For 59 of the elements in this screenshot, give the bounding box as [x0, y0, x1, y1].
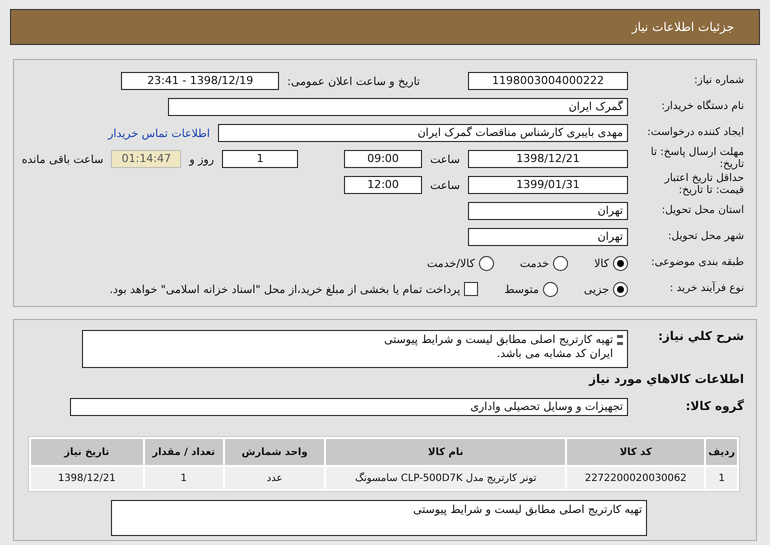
table-cell: تونر کارتریج مدل CLP-500D7K سامسونگ	[326, 467, 566, 489]
table-cell: 2272200020030062	[567, 467, 704, 489]
field-label: مهلت ارسال پاسخ: تا تاریخ:	[650, 147, 744, 171]
goods-group-field: تجهیزات و وسایل تحصیلی واداری	[70, 398, 628, 416]
description-text: تهیه کارتریج اصلی مطابق لیست و شرایط پیوستی ایران کد مشابه می باشد.	[384, 333, 613, 361]
deadline-date-field: 1398/12/21	[468, 150, 628, 168]
field-label: حداقل تاریخ اعتبار قیمت: تا تاریخ:	[663, 173, 744, 197]
days-label: روز و	[189, 152, 214, 166]
column-header: تعداد / مقدار	[144, 439, 223, 465]
time-label: ساعت	[430, 152, 460, 166]
validity-date-field: 1399/01/31	[468, 176, 628, 194]
radio-label: متوسط	[504, 282, 539, 296]
radio-label: خدمت	[520, 256, 550, 270]
remaining-time-field: 01:14:47	[111, 150, 182, 168]
column-header: نام کالا	[326, 439, 566, 465]
radio-button[interactable]	[613, 256, 628, 270]
field-label: نام دستگاه خریدار:	[660, 101, 744, 113]
note-textarea: تهیه کارتریج اصلی مطابق لیست و شرایط پیوستی	[111, 500, 647, 536]
field-label: ایجاد کننده درخواست:	[646, 127, 744, 139]
radio-label: کالا/خدمت	[427, 256, 475, 270]
field-label: شهر محل تحویل:	[667, 231, 744, 243]
column-header: تاریخ نیاز	[31, 439, 143, 465]
province-field: تهران	[468, 202, 628, 220]
radio-label: جزیی	[584, 282, 609, 296]
deadline-time-field: 09:00	[344, 150, 422, 168]
field-label: طبقه بندی موضوعی:	[650, 257, 744, 269]
table-cell: عدد	[224, 467, 324, 489]
header-title: جزئیات اطلاعات نیاز	[632, 20, 734, 34]
field-label: شماره نیاز:	[693, 75, 744, 87]
days-field: 1	[222, 150, 298, 168]
column-header: ردیف	[706, 439, 737, 465]
section-heading: اطلاعات کالاهاي مورد نياز	[588, 372, 744, 386]
field-label: نوع فرآیند خرید :	[668, 283, 744, 295]
buyer-contact-link[interactable]: اطلاعات تماس خریدار	[108, 126, 210, 140]
creator-field: مهدی بایبری کارشناس مناقصات گمرک ایران	[218, 124, 628, 142]
city-field: تهران	[468, 228, 628, 246]
need-number-field: 1198003004000222	[468, 72, 628, 90]
radio-button[interactable]	[542, 282, 558, 296]
checkbox-label: پرداخت تمام یا بخشی از مبلغ خرید،از محل "اسناد خزانه اسلامی" خواهد بود.	[110, 282, 460, 296]
column-header: واحد شمارش	[224, 439, 324, 465]
time-label: ساعت	[430, 178, 460, 192]
column-header: کد کالا	[567, 439, 704, 465]
table-cell: 1	[706, 467, 737, 489]
field-label: استان محل تحویل:	[660, 205, 744, 217]
radio-button[interactable]	[553, 256, 568, 270]
field-label: تاریخ و ساعت اعلان عمومی:	[287, 74, 420, 88]
radio-button[interactable]	[478, 256, 494, 270]
table-cell: 1398/12/21	[31, 467, 143, 489]
field-label: گروه کالا:	[684, 400, 744, 414]
radio-button[interactable]	[613, 282, 628, 296]
field-label: شرح کلي نياز:	[657, 330, 744, 344]
remaining-label: ساعت باقی مانده	[22, 152, 104, 166]
checkbox[interactable]	[464, 282, 478, 296]
description-textarea[interactable]: تهیه کارتریج اصلی مطابق لیست و شرایط پیوستی ایران کد مشابه می باشد.	[82, 330, 628, 368]
validity-time-field: 12:00	[344, 176, 422, 194]
announce-date-field: 1398/12/19 - 23:41	[121, 72, 280, 90]
radio-label: کالا	[594, 256, 609, 270]
buyer-field: گمرک ایران	[168, 98, 628, 116]
table-cell: 1	[144, 467, 223, 489]
